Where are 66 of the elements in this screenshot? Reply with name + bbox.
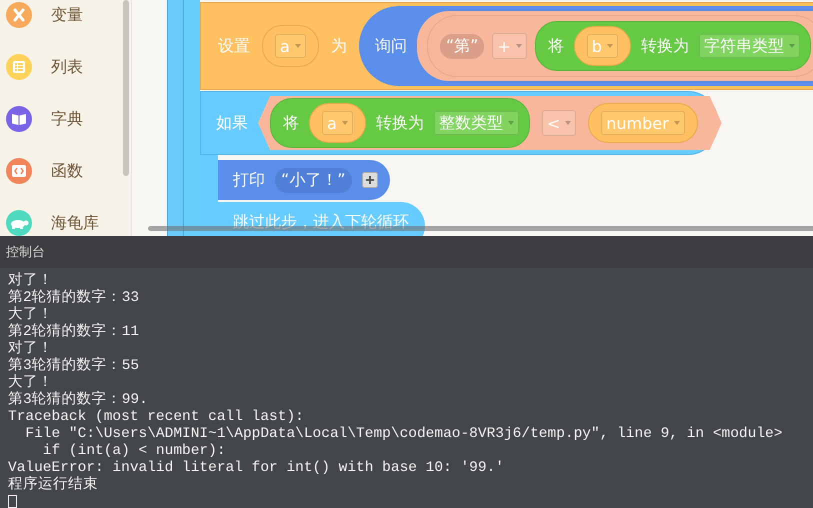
variable-dropdown[interactable]: a bbox=[322, 111, 353, 135]
block-label: 跳过此步，进入下轮循环 bbox=[233, 212, 409, 232]
compare-block[interactable]: 将 a 转换为 整数类型 < number bbox=[258, 96, 722, 150]
turtle-icon[interactable] bbox=[6, 210, 32, 236]
caret-icon bbox=[674, 121, 680, 125]
block-label: 为 bbox=[330, 36, 347, 56]
variable-block[interactable]: number bbox=[588, 103, 698, 143]
scrollbar[interactable] bbox=[123, 0, 129, 176]
output-line: 第3轮猜的数字：99. bbox=[8, 392, 149, 409]
caret-icon bbox=[788, 44, 795, 48]
variable-dropdown[interactable]: b bbox=[586, 34, 618, 58]
block-label: 将 bbox=[283, 112, 299, 134]
variable-block[interactable]: b bbox=[574, 26, 631, 66]
output-line: 第2轮猜的数字：33 bbox=[8, 290, 140, 306]
continue-block[interactable]: 跳过此步，进入下轮循环 bbox=[218, 202, 425, 236]
output-line: 大了！ bbox=[8, 375, 54, 391]
output-line: 第3轮猜的数字：55 bbox=[8, 358, 140, 374]
category-label[interactable]: 函数 bbox=[51, 160, 83, 182]
print-block[interactable]: 打印 “小了！” bbox=[218, 160, 390, 200]
category-label[interactable]: 变量 bbox=[51, 4, 83, 26]
caret-icon bbox=[606, 44, 613, 48]
console-title: 控制台 bbox=[6, 244, 45, 261]
category-label[interactable]: 字典 bbox=[51, 108, 83, 130]
output-line: 第2轮猜的数字：11 bbox=[8, 324, 140, 340]
string-value[interactable]: “小了！” bbox=[275, 168, 352, 192]
variable-block[interactable]: a bbox=[309, 103, 366, 143]
caret-icon bbox=[516, 44, 522, 48]
type-dropdown[interactable]: 整数类型 bbox=[434, 111, 519, 135]
set-variable-block[interactable]: 设置 a 为 询问 “第” + 将 b 转换为 字符串类型 bbox=[200, 2, 813, 90]
cursor-icon bbox=[8, 495, 17, 508]
type-dropdown[interactable]: 字符串类型 bbox=[698, 34, 800, 58]
caret-icon bbox=[342, 121, 348, 125]
category-label[interactable]: 列表 bbox=[51, 56, 83, 78]
variable-dropdown[interactable]: number bbox=[601, 111, 685, 135]
join-block[interactable]: “第” + 将 b 转换为 字符串类型 bbox=[416, 11, 813, 81]
caret-icon bbox=[294, 44, 301, 48]
add-icon[interactable] bbox=[362, 172, 378, 188]
output-line: 程序运行结束 bbox=[8, 477, 99, 494]
variable-dropdown[interactable]: a bbox=[275, 34, 306, 58]
output-line: 对了！ bbox=[8, 341, 54, 357]
category-label[interactable]: 海龟库 bbox=[51, 212, 99, 234]
block-label: 转换为 bbox=[376, 112, 424, 134]
block-label: 询问 bbox=[374, 36, 407, 56]
output-line: if (int(a) < number): bbox=[42, 443, 227, 460]
caret-icon bbox=[508, 121, 514, 125]
output-line: File "C:\Users\ADMINI~1\AppData\Local\Temp\codemao-8VR3j6/temp.py", line 9, in <module> bbox=[24, 426, 784, 443]
block-label: 转换为 bbox=[640, 36, 689, 56]
block-label: 打印 bbox=[233, 170, 265, 190]
operator-dropdown[interactable]: < bbox=[542, 110, 576, 136]
caret-icon bbox=[565, 121, 572, 125]
output-line: 对了！ bbox=[8, 273, 54, 289]
cross-icon[interactable] bbox=[6, 2, 32, 28]
list-icon[interactable] bbox=[6, 54, 32, 80]
output-line: 大了！ bbox=[8, 307, 54, 323]
block-label: 将 bbox=[548, 36, 564, 56]
operator-dropdown[interactable]: + bbox=[492, 33, 527, 59]
block-label: 设置 bbox=[218, 36, 250, 56]
code-icon[interactable] bbox=[6, 158, 32, 184]
convert-block[interactable]: 将 b 转换为 字符串类型 bbox=[534, 21, 811, 71]
book-icon[interactable] bbox=[6, 106, 32, 132]
string-value[interactable]: “第” bbox=[440, 34, 484, 58]
output-line: Traceback (most recent call last): bbox=[8, 409, 305, 426]
block-label: 如果 bbox=[216, 112, 248, 134]
convert-block[interactable]: 将 a 转换为 整数类型 bbox=[270, 98, 530, 148]
ask-block[interactable]: 询问 “第” + 将 b 转换为 字符串类型 bbox=[358, 6, 813, 86]
output-line: ValueError: invalid literal for int() with base 10: '99.' bbox=[8, 460, 505, 476]
